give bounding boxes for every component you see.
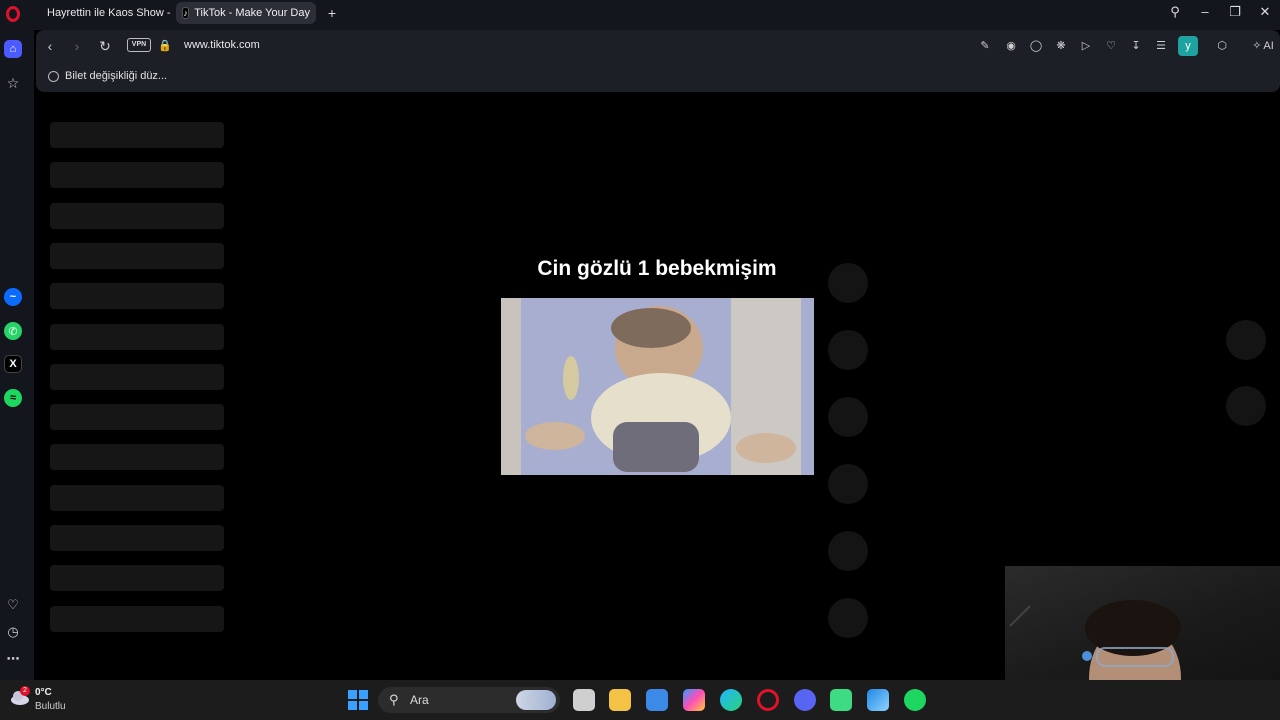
camera-icon[interactable]: ◉ bbox=[1003, 38, 1019, 54]
search-highlight-icon bbox=[516, 690, 556, 710]
tab-tiktok[interactable]: ♪ TikTok - Make Your Day bbox=[176, 2, 316, 24]
search-icon: ⚲ bbox=[389, 692, 399, 707]
weather-desc: Bulutlu bbox=[35, 701, 66, 712]
shield-icon[interactable]: ◯ bbox=[1028, 38, 1044, 54]
messenger-icon[interactable]: ~ bbox=[4, 288, 22, 306]
nav-up-button[interactable] bbox=[1226, 320, 1266, 360]
whatsapp-icon[interactable]: ✆ bbox=[4, 322, 22, 340]
skeleton-row bbox=[50, 242, 224, 269]
heart-icon[interactable]: ♡ bbox=[4, 596, 22, 614]
discord-icon[interactable] bbox=[794, 689, 816, 711]
action-button[interactable] bbox=[828, 330, 868, 370]
search-placeholder: Ara bbox=[410, 693, 429, 707]
star-icon[interactable]: ☆ bbox=[4, 74, 22, 92]
copilot-icon[interactable] bbox=[683, 689, 705, 711]
baby-video-frame bbox=[501, 298, 814, 475]
video-player[interactable] bbox=[501, 298, 814, 475]
vpn-badge[interactable]: VPN bbox=[127, 38, 151, 52]
spotify-icon[interactable]: ≈ bbox=[4, 389, 22, 407]
lock-icon[interactable]: 🔒 bbox=[156, 37, 174, 55]
url-field[interactable]: www.tiktok.com bbox=[184, 39, 260, 51]
tiktok-icon: ♪ bbox=[182, 7, 190, 19]
edge-icon[interactable] bbox=[720, 689, 742, 711]
tab-label: Hayrettin ile Kaos Show - bbox=[47, 7, 171, 19]
skeleton-row bbox=[50, 162, 224, 189]
close-button[interactable]: ✕ bbox=[1250, 0, 1280, 24]
file-explorer-icon[interactable] bbox=[609, 689, 631, 711]
search-tabs-icon[interactable]: ⚲ bbox=[1160, 0, 1190, 24]
photos-icon[interactable] bbox=[867, 689, 889, 711]
tab-bar: Hayrettin ile Kaos Show - ♪ TikTok - Mak… bbox=[0, 0, 1280, 30]
action-button[interactable] bbox=[828, 397, 868, 437]
cube-icon[interactable]: ⬡ bbox=[1214, 38, 1230, 54]
action-button[interactable] bbox=[828, 598, 868, 638]
tab-label: TikTok - Make Your Day bbox=[194, 7, 310, 19]
address-bar: ‹ › ↻ VPN 🔒 www.tiktok.com ✎ ◉ ◯ ❋ ▷ ♡ ↧… bbox=[36, 30, 1280, 62]
home-icon[interactable]: ⌂ bbox=[4, 40, 22, 58]
spotify-taskbar-icon[interactable] bbox=[904, 689, 926, 711]
play-icon[interactable]: ▷ bbox=[1078, 38, 1094, 54]
globe-icon bbox=[48, 70, 59, 82]
opera-icon[interactable] bbox=[757, 689, 779, 711]
aria-ai-button[interactable]: ✧ AI bbox=[1248, 38, 1278, 54]
notification-badge: 2 bbox=[20, 686, 30, 696]
heart-outline-icon[interactable]: ♡ bbox=[1103, 38, 1119, 54]
ai-label: AI bbox=[1263, 40, 1274, 52]
skeleton-row bbox=[50, 323, 224, 350]
taskbar-search-input[interactable]: ⚲ Ara bbox=[378, 687, 560, 713]
browser-sidebar: ⌂ ☆ ~ ✆ X ≈ ♡ ◷ ⋯ bbox=[0, 0, 34, 680]
skeleton-row bbox=[50, 122, 224, 148]
action-button[interactable] bbox=[828, 263, 868, 303]
skeleton-row bbox=[50, 283, 224, 310]
microsoft-store-icon[interactable] bbox=[646, 689, 668, 711]
skeleton-row bbox=[50, 525, 224, 551]
nav-down-button[interactable] bbox=[1226, 386, 1266, 426]
opera-logo-icon[interactable] bbox=[6, 6, 20, 22]
more-icon[interactable]: ⋯ bbox=[4, 650, 22, 668]
sparkle-icon: ✧ bbox=[1252, 40, 1262, 52]
reload-button[interactable]: ↻ bbox=[96, 37, 114, 55]
tab-youtube[interactable]: Hayrettin ile Kaos Show - bbox=[36, 2, 172, 24]
skeleton-row bbox=[50, 484, 224, 511]
x-icon[interactable]: X bbox=[4, 355, 22, 373]
back-button[interactable]: ‹ bbox=[41, 37, 59, 55]
skeleton-row bbox=[50, 565, 224, 592]
weather-temp: 0°C bbox=[35, 687, 52, 698]
new-tab-button[interactable]: + bbox=[322, 4, 342, 22]
history-icon[interactable]: ◷ bbox=[4, 623, 22, 641]
windows-taskbar: 2 0°C Bulutlu ⚲ Ara bbox=[0, 680, 1280, 720]
skeleton-row bbox=[50, 605, 224, 632]
skeleton-row bbox=[50, 202, 224, 229]
bookmarks-bar: Bilet değişikliği düz... bbox=[36, 62, 1280, 92]
bookmark-label: Bilet değişikliği düz... bbox=[65, 70, 168, 82]
menu-icon[interactable]: ☰ bbox=[1153, 38, 1169, 54]
task-view-icon[interactable] bbox=[573, 689, 595, 711]
minimize-button[interactable]: – bbox=[1190, 0, 1220, 24]
edit-icon[interactable]: ✎ bbox=[977, 38, 993, 54]
forward-button[interactable]: › bbox=[68, 37, 86, 55]
skeleton-row bbox=[50, 444, 224, 471]
action-button[interactable] bbox=[828, 531, 868, 571]
restore-button[interactable]: ❐ bbox=[1220, 0, 1250, 24]
skeleton-row bbox=[50, 363, 224, 390]
profile-avatar[interactable]: y bbox=[1178, 36, 1198, 56]
action-button[interactable] bbox=[828, 464, 868, 504]
download-icon[interactable]: ↧ bbox=[1128, 38, 1144, 54]
skeleton-row bbox=[50, 404, 224, 431]
bookmark-item[interactable]: Bilet değişikliği düz... bbox=[48, 70, 167, 82]
windows-start-icon[interactable] bbox=[347, 689, 369, 711]
extension-icon[interactable]: ❋ bbox=[1053, 38, 1069, 54]
video-title: Cin gözlü 1 bebekmişim bbox=[537, 257, 777, 280]
android-studio-icon[interactable] bbox=[830, 689, 852, 711]
